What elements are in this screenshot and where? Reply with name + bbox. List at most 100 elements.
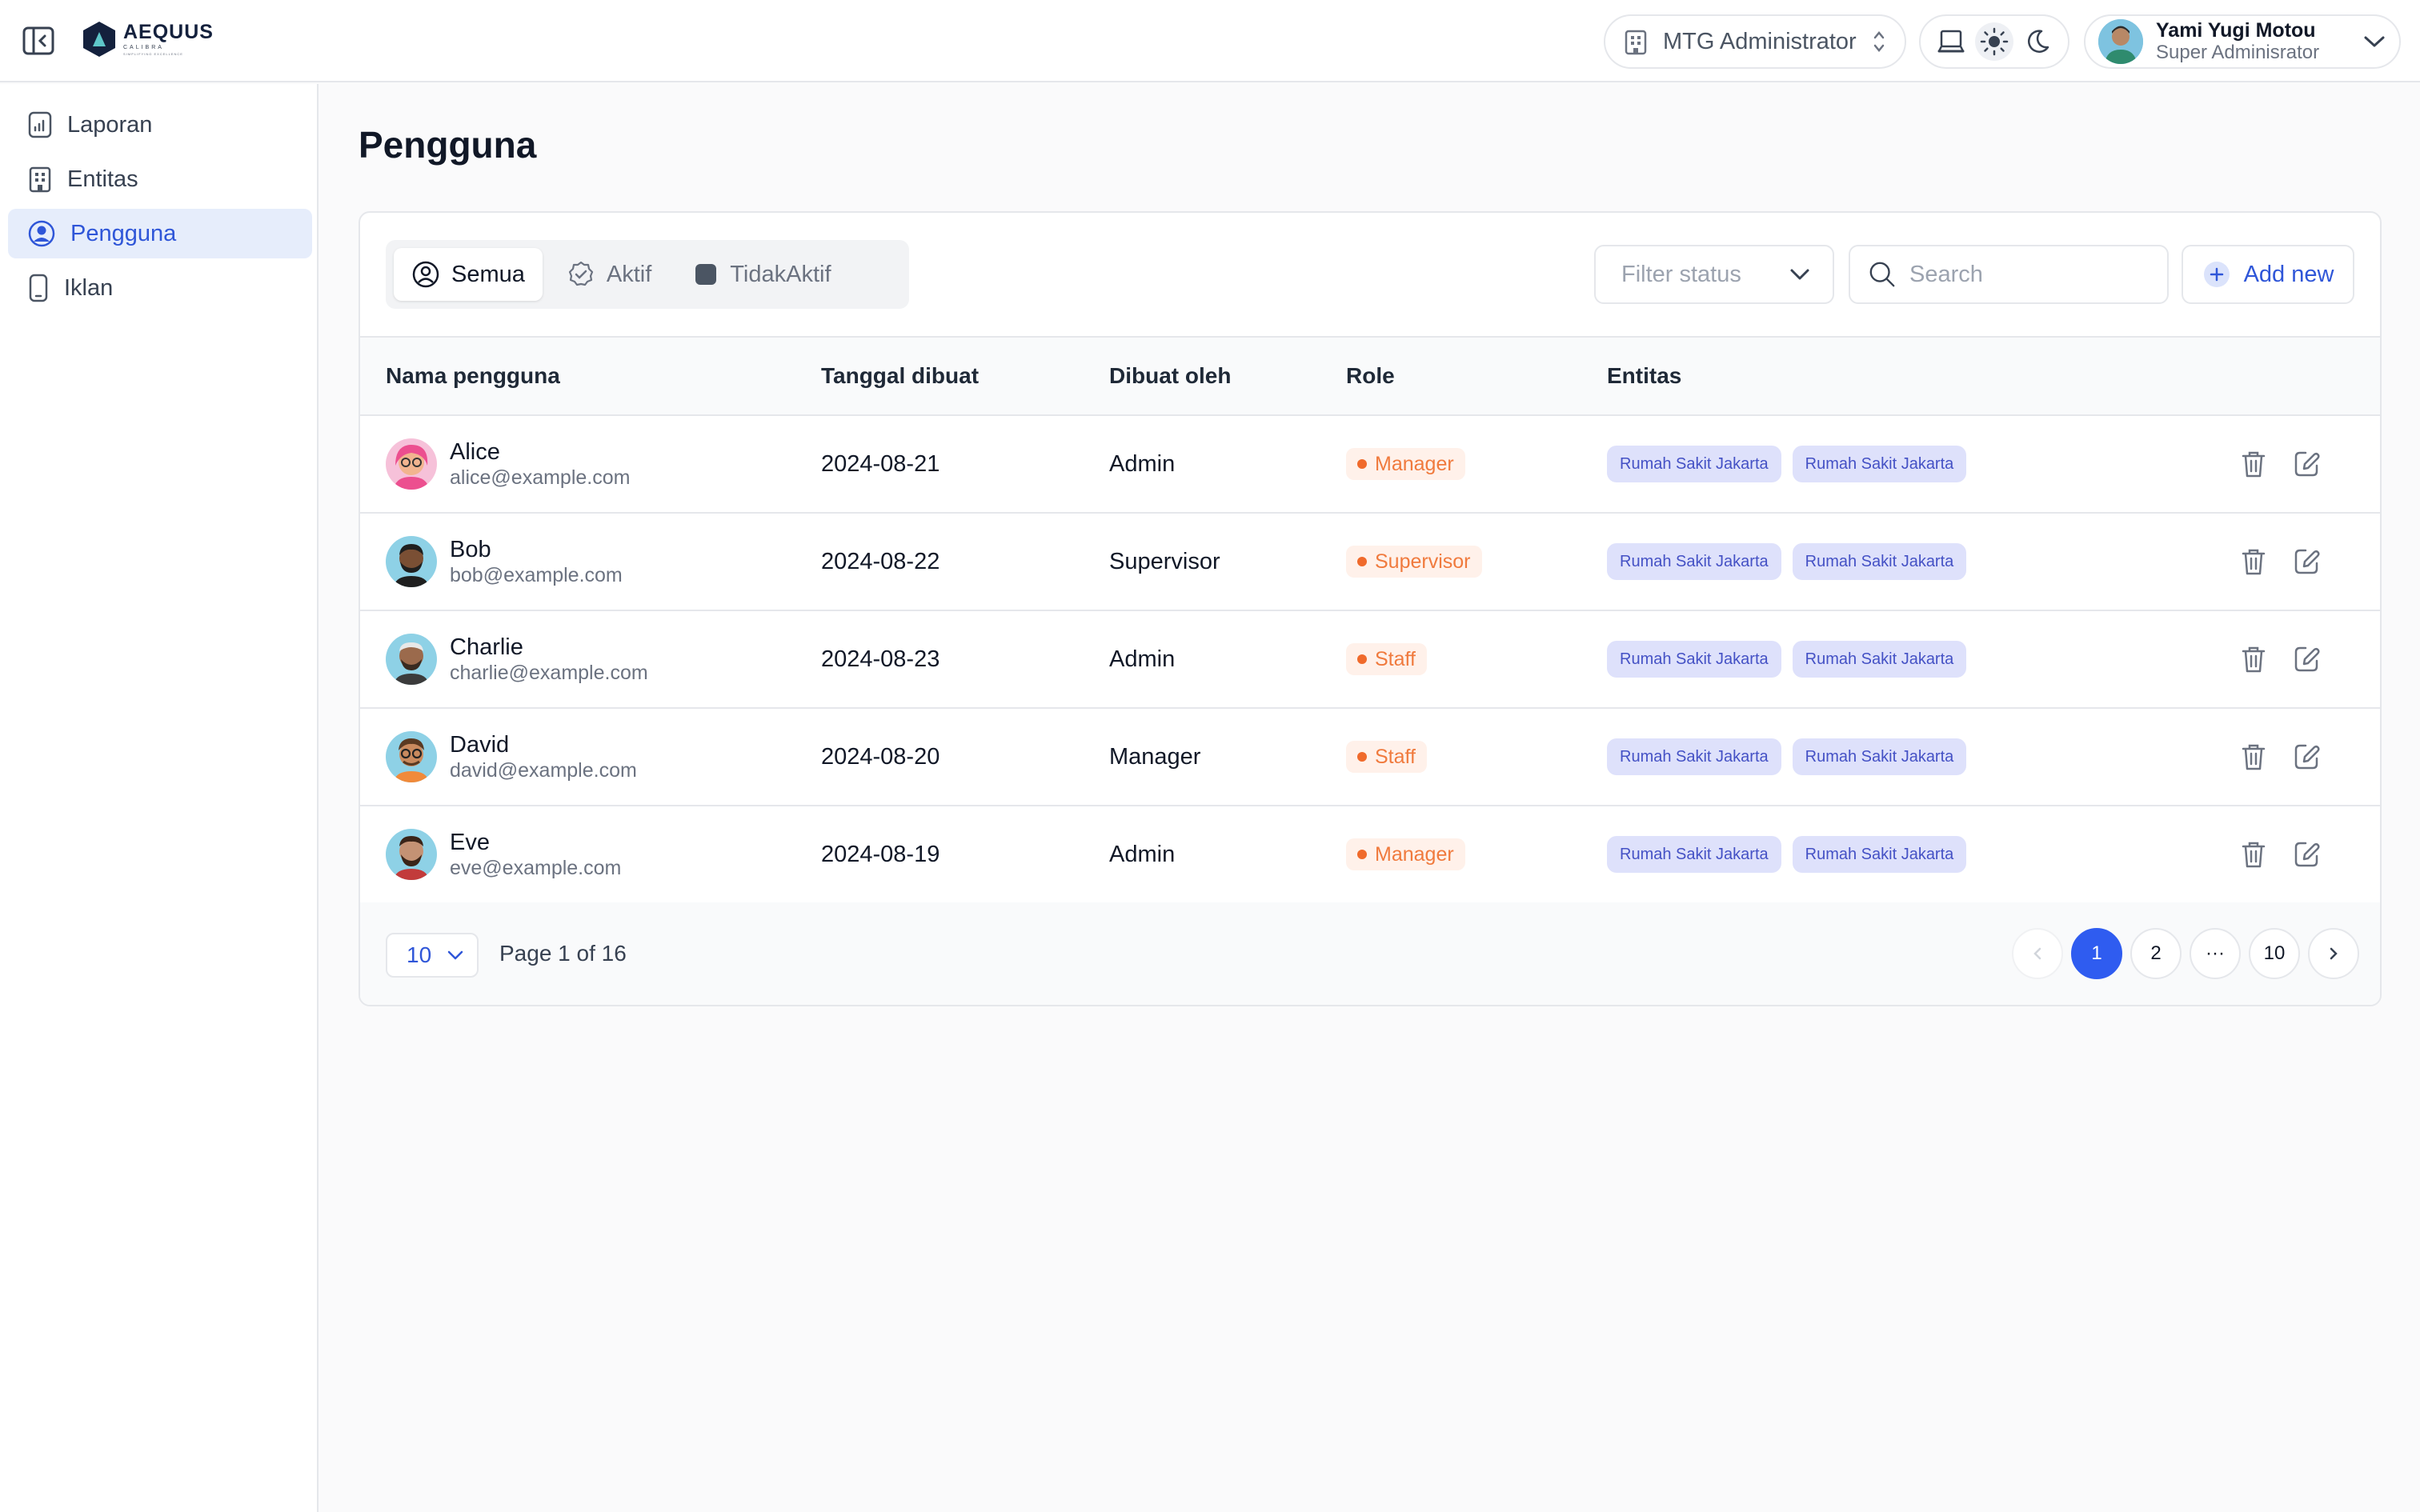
next-page-button[interactable] — [2308, 928, 2359, 979]
trash-icon — [2242, 549, 2266, 575]
status-tabs: Semua Aktif TidakAktif — [386, 240, 909, 309]
user-cell: Eve eve@example.com — [360, 806, 821, 904]
sidebar-item-label: Entitas — [67, 166, 138, 192]
theme-dark-button[interactable] — [2018, 22, 2057, 61]
edit-button[interactable] — [2292, 448, 2321, 480]
theme-light-button[interactable] — [1975, 22, 2013, 61]
edit-button[interactable] — [2292, 838, 2321, 870]
panel-left-icon — [22, 26, 54, 55]
column-header-entitas[interactable]: Entitas — [1607, 336, 2239, 416]
trash-icon — [2242, 842, 2266, 868]
delete-button[interactable] — [2239, 838, 2268, 870]
user-name: Alice — [450, 438, 500, 465]
column-header-name[interactable]: Nama pengguna — [360, 336, 821, 416]
entity-chip: Rumah Sakit Jakarta — [1607, 738, 1781, 775]
sidebar-item-laporan[interactable]: Laporan — [8, 100, 312, 150]
theme-system-button[interactable] — [1932, 22, 1970, 61]
role-cell: Staff — [1346, 708, 1607, 806]
pagination: 1 2 ··· 10 — [2012, 928, 2359, 979]
table-row[interactable]: Charlie charlie@example.com 2024-08-23 A… — [360, 610, 2380, 709]
actions-cell — [2239, 708, 2380, 806]
column-header-role[interactable]: Role — [1346, 336, 1607, 416]
page-button-10[interactable]: 10 — [2249, 928, 2300, 979]
organization-switcher[interactable]: MTG Administrator — [1604, 14, 1906, 69]
add-new-button[interactable]: Add new — [2182, 245, 2354, 304]
user-email: bob@example.com — [450, 564, 623, 587]
avatar-charlie-icon — [386, 633, 437, 685]
avatar — [386, 828, 437, 880]
edit-icon — [2294, 451, 2320, 477]
actions-cell — [2239, 513, 2380, 611]
user-email: david@example.com — [450, 759, 637, 782]
check-badge-icon — [568, 261, 593, 286]
delete-button[interactable] — [2239, 741, 2268, 773]
table-row[interactable]: David david@example.com 2024-08-20 Manag… — [360, 708, 2380, 806]
logo-mark-icon — [83, 22, 115, 57]
delete-button[interactable] — [2239, 643, 2268, 675]
table-row[interactable]: Bob bob@example.com 2024-08-22 Superviso… — [360, 513, 2380, 611]
role-badge: Supervisor — [1346, 546, 1482, 578]
tab-aktif[interactable]: Aktif — [549, 248, 669, 301]
page-size-select[interactable]: 10 — [386, 933, 479, 978]
plus-circle-icon — [2203, 262, 2230, 287]
role-cell: Staff — [1346, 610, 1607, 709]
sidebar-item-pengguna[interactable]: Pengguna — [8, 209, 312, 258]
page-button-2[interactable]: 2 — [2130, 928, 2182, 979]
entity-cell: Rumah Sakit Jakarta Rumah Sakit Jakarta — [1607, 610, 2239, 709]
avatar-bob-icon — [386, 535, 437, 587]
building-icon — [29, 166, 51, 193]
prev-page-button[interactable] — [2012, 928, 2063, 979]
edit-icon — [2294, 842, 2320, 867]
sidebar-item-label: Pengguna — [70, 220, 177, 246]
role-label: Manager — [1375, 842, 1454, 866]
edit-button[interactable] — [2292, 643, 2321, 675]
sidebar-item-entitas[interactable]: Entitas — [8, 154, 312, 204]
column-header-created-by[interactable]: Dibuat oleh — [1109, 336, 1346, 416]
created-by: Admin — [1109, 415, 1346, 514]
user-email: alice@example.com — [450, 466, 631, 490]
edit-button[interactable] — [2292, 741, 2321, 773]
created-date: 2024-08-21 — [821, 415, 1109, 514]
created-date: 2024-08-22 — [821, 513, 1109, 611]
role-badge: Manager — [1346, 448, 1465, 480]
page-ellipsis[interactable]: ··· — [2190, 928, 2241, 979]
table-row[interactable]: Eve eve@example.com 2024-08-19 Admin Man… — [360, 806, 2380, 904]
brand-logo[interactable]: AEQUUS CALIBRA SIMPLIFYING EXCELLENCE — [82, 19, 214, 59]
sidebar: Laporan Entitas Pengguna Iklan — [0, 84, 319, 1512]
tab-label: Aktif — [606, 261, 652, 287]
edit-icon — [2294, 744, 2320, 770]
role-label: Staff — [1375, 745, 1416, 768]
avatar — [386, 438, 437, 490]
sidebar-item-label: Laporan — [67, 111, 153, 138]
table-row[interactable]: Alice alice@example.com 2024-08-21 Admin… — [360, 415, 2380, 514]
logo-tagline: SIMPLIFYING EXCELLENCE — [123, 52, 183, 56]
column-header-created[interactable]: Tanggal dibuat — [821, 336, 1109, 416]
report-icon — [28, 111, 52, 138]
theme-switcher — [1919, 14, 2069, 69]
delete-button[interactable] — [2239, 546, 2268, 578]
tab-semua[interactable]: Semua — [394, 248, 543, 301]
role-badge: Manager — [1346, 838, 1465, 870]
avatar — [386, 535, 437, 587]
status-filter-select[interactable]: Filter status — [1594, 245, 1834, 304]
logo-sub: CALIBRA — [123, 45, 164, 50]
entity-cell: Rumah Sakit Jakarta Rumah Sakit Jakarta — [1607, 415, 2239, 514]
edit-button[interactable] — [2292, 546, 2321, 578]
delete-button[interactable] — [2239, 448, 2268, 480]
avatar-eve-icon — [386, 828, 437, 880]
page-button-1[interactable]: 1 — [2071, 928, 2122, 979]
created-by: Manager — [1109, 708, 1346, 806]
tab-tidakaktif[interactable]: TidakAktif — [675, 248, 848, 301]
entity-chip: Rumah Sakit Jakarta — [1607, 641, 1781, 678]
avatar-alice-icon — [386, 438, 437, 490]
user-menu[interactable]: Yami Yugi Motou Super Adminisrator — [2084, 14, 2401, 69]
trash-icon — [2242, 744, 2266, 770]
search-input[interactable] — [1909, 261, 2150, 288]
chevron-down-icon — [447, 950, 463, 960]
role-cell: Supervisor — [1346, 513, 1607, 611]
top-header: AEQUUS CALIBRA SIMPLIFYING EXCELLENCE MT… — [0, 0, 2420, 82]
role-badge: Staff — [1346, 741, 1427, 773]
sidebar-toggle-button[interactable] — [21, 26, 56, 56]
sidebar-item-iklan[interactable]: Iklan — [8, 263, 312, 313]
page-title: Pengguna — [359, 124, 537, 166]
